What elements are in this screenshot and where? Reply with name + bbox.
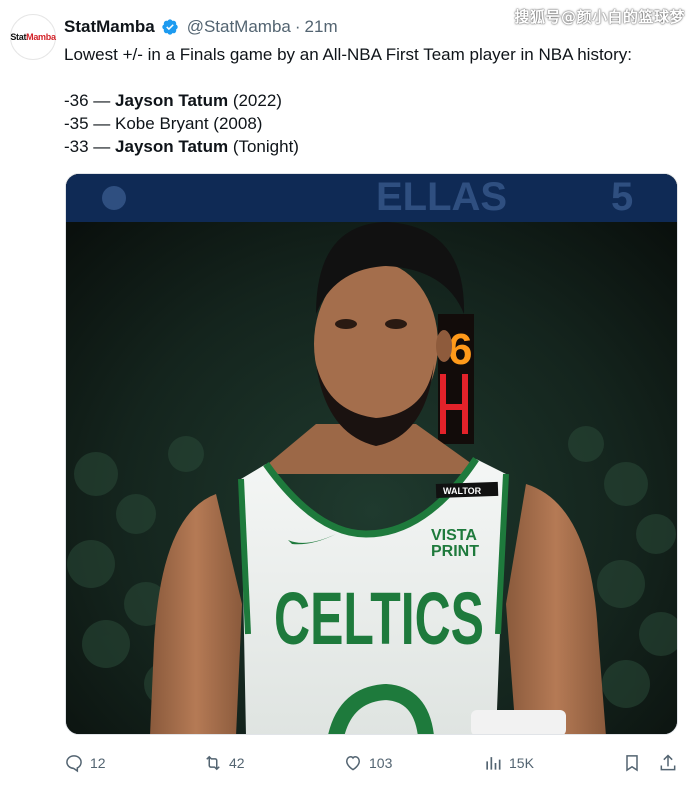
tweet-photo[interactable]: ELLAS 5 6 WALTOR VISTA PRINT CELTICS bbox=[65, 173, 678, 735]
views-count: 15K bbox=[509, 755, 534, 771]
tweet-header: StatMamba @StatMamba · 21m bbox=[64, 14, 338, 40]
avatar-logo: StatMamba bbox=[10, 32, 56, 42]
like-count: 103 bbox=[369, 755, 393, 771]
retweet-count: 42 bbox=[229, 755, 245, 771]
jersey-wordmark: CELTICS bbox=[274, 577, 484, 660]
action-bar: 12 42 103 15K bbox=[64, 748, 684, 778]
views-button[interactable]: 15K bbox=[483, 748, 534, 778]
tweet[interactable]: StatMamba StatMamba @StatMamba · 21m 搜狐号… bbox=[0, 0, 695, 790]
verified-badge-icon bbox=[162, 19, 178, 35]
reply-count: 12 bbox=[90, 755, 106, 771]
collar-tag: WALTOR bbox=[443, 486, 482, 496]
bookmark-icon bbox=[626, 755, 638, 772]
reply-icon bbox=[66, 755, 82, 773]
retweet-button[interactable]: 42 bbox=[203, 748, 245, 778]
jersey-sponsor-line-1: VISTA bbox=[431, 527, 477, 544]
share-icon bbox=[660, 754, 676, 771]
stat-line-2: -35 — Kobe Bryant (2008) bbox=[64, 114, 263, 133]
watermark: 搜狐号@颜小白的篮球梦 bbox=[514, 8, 685, 26]
share-button[interactable] bbox=[658, 748, 678, 778]
heart-icon bbox=[345, 755, 361, 771]
tweet-text: Lowest +/- in a Finals game by an All-NB… bbox=[64, 43, 684, 158]
display-name[interactable]: StatMamba bbox=[64, 17, 155, 37]
timestamp[interactable]: 21m bbox=[305, 17, 338, 37]
analytics-icon bbox=[486, 757, 501, 770]
like-button[interactable]: 103 bbox=[343, 748, 392, 778]
arena-banner-number: 5 bbox=[611, 175, 633, 219]
photo-illustration: ELLAS 5 6 WALTOR VISTA PRINT CELTICS bbox=[66, 174, 677, 734]
bookmark-button[interactable] bbox=[622, 748, 642, 778]
jersey-sponsor-line-2: PRINT bbox=[431, 543, 479, 560]
separator-dot: · bbox=[294, 17, 301, 36]
retweet-icon bbox=[206, 755, 220, 771]
reply-button[interactable]: 12 bbox=[64, 748, 106, 778]
intro-line: Lowest +/- in a Finals game by an All-NB… bbox=[64, 45, 633, 64]
avatar[interactable]: StatMamba bbox=[10, 14, 56, 60]
stat-line-3: -33 — Jayson Tatum (Tonight) bbox=[64, 137, 299, 156]
handle[interactable]: @StatMamba bbox=[187, 17, 291, 37]
stat-line-1: -36 — Jayson Tatum (2022) bbox=[64, 91, 282, 110]
arena-banner-text: ELLAS bbox=[376, 175, 507, 219]
